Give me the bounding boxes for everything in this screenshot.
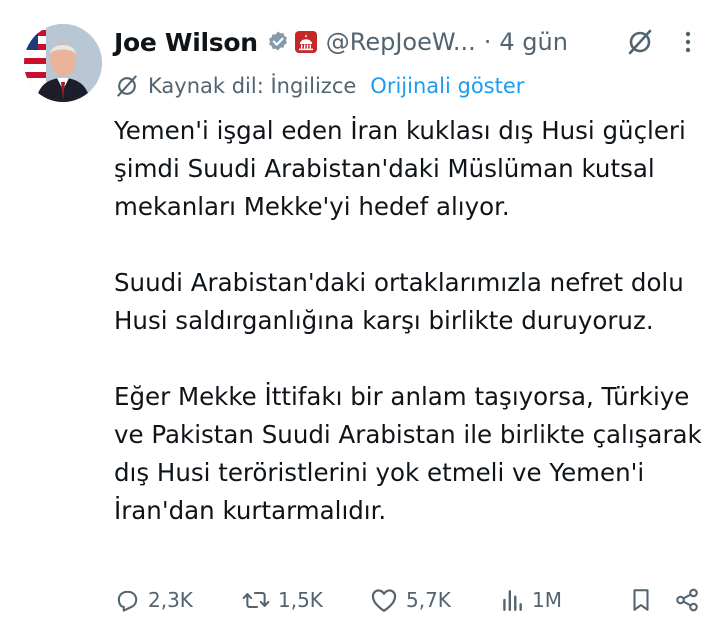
timestamp[interactable]: 4 gün <box>499 28 568 56</box>
reply-count: 2,3K <box>148 588 193 612</box>
tweet-header: Joe Wilson @RepJoeW... · 4 gün <box>114 20 700 64</box>
repost-icon <box>242 591 270 609</box>
author-handle[interactable]: @RepJoeW... <box>326 28 476 56</box>
translation-notice: Kaynak dil: İngilizce Orijinali göster <box>114 68 524 104</box>
tweet-text: Yemen'i işgal eden İran kuklası dış Husi… <box>114 112 704 530</box>
like-icon <box>371 589 397 612</box>
verified-badge-icon[interactable] <box>266 30 290 54</box>
reply-icon <box>117 590 138 612</box>
us-capitol-seal-icon[interactable] <box>294 30 318 54</box>
view-count: 1M <box>532 588 562 612</box>
tweet-paragraph: Suudi Arabistan'daki ortaklarımızla nefr… <box>114 268 684 335</box>
repost-count: 1,5K <box>278 588 323 612</box>
avatar[interactable] <box>24 24 102 102</box>
repost-button[interactable]: 1,5K <box>242 587 370 613</box>
grok-translate-icon <box>114 73 140 99</box>
share-button[interactable] <box>674 587 704 613</box>
views-icon <box>503 590 522 611</box>
grok-icon[interactable] <box>622 24 658 60</box>
like-count: 5,7K <box>406 588 451 612</box>
action-bar: 2,3K 1,5K 5,7K 1M <box>114 580 704 620</box>
like-button[interactable]: 5,7K <box>370 587 500 613</box>
share-icon <box>676 588 698 612</box>
tweet-paragraph: Eğer Mekke İttifakı bir anlam taşıyorsa,… <box>114 382 702 525</box>
show-original-link[interactable]: Orijinali göster <box>370 74 524 98</box>
reply-button[interactable]: 2,3K <box>114 587 242 613</box>
bookmark-icon <box>633 589 649 611</box>
bookmark-button[interactable] <box>630 587 674 613</box>
author-name[interactable]: Joe Wilson <box>114 28 258 57</box>
source-language-label: Kaynak dil: İngilizce <box>148 74 357 98</box>
separator-dot: · <box>483 28 492 56</box>
tweet-paragraph: Yemen'i işgal eden İran kuklası dış Husi… <box>114 116 686 221</box>
profile-photo <box>24 24 102 102</box>
more-dots-icon[interactable] <box>676 24 700 60</box>
views-button[interactable]: 1M <box>500 587 630 613</box>
